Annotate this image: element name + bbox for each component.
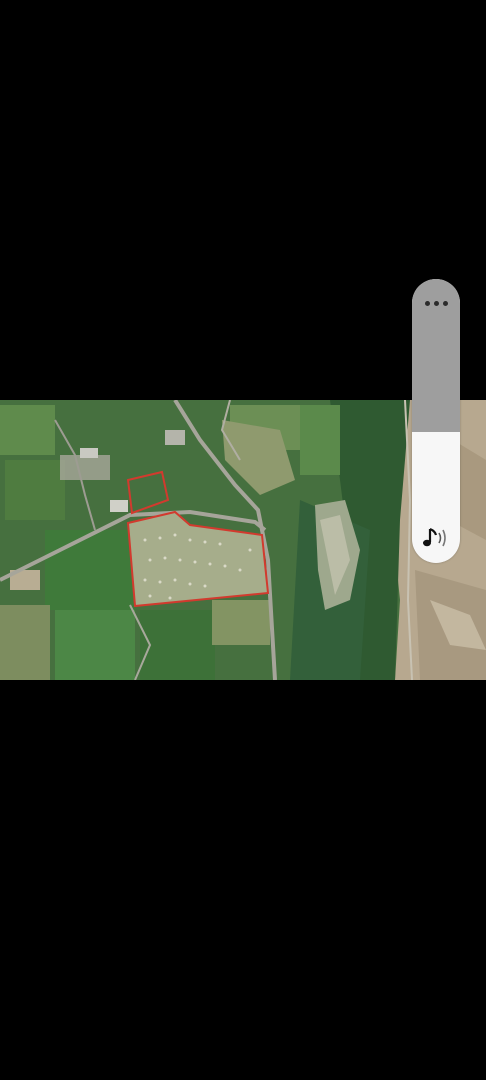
volume-hud[interactable] bbox=[412, 279, 460, 563]
more-options-button[interactable] bbox=[412, 289, 460, 317]
more-dots-icon-dot bbox=[433, 300, 439, 306]
media-viewer bbox=[0, 0, 486, 1080]
more-dots-icon-dot bbox=[442, 300, 448, 306]
music-note-sound-icon bbox=[423, 527, 446, 547]
more-dots-icon bbox=[424, 300, 430, 306]
